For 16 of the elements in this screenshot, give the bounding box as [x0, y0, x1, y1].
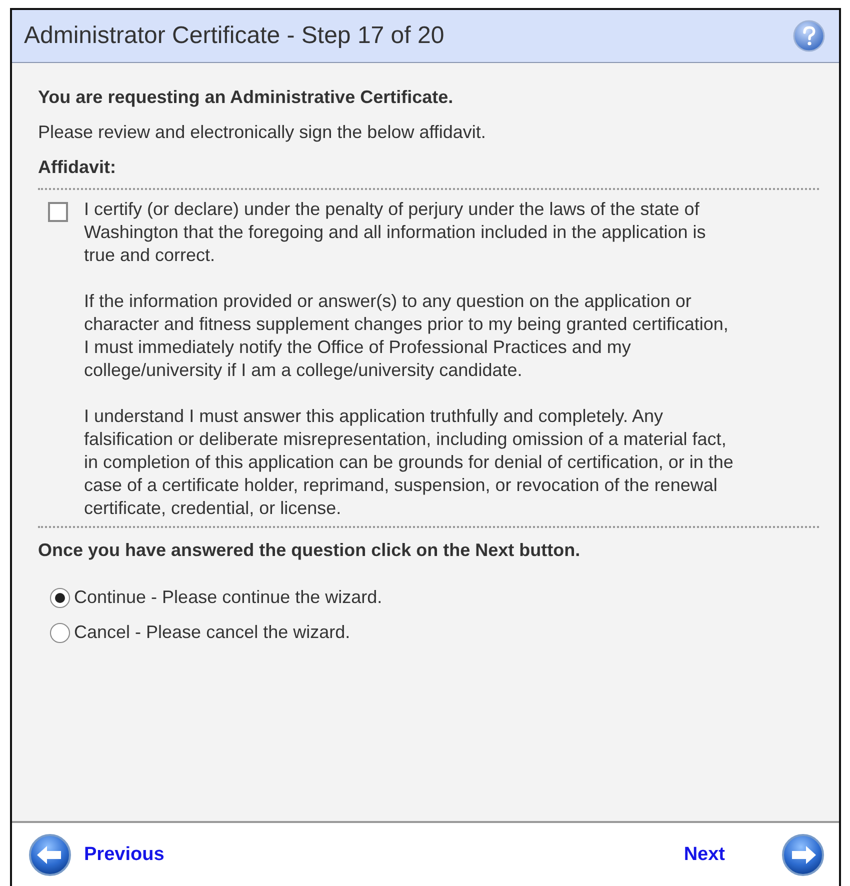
- question-text: Once you have answered the question click on the Next button.: [38, 540, 582, 561]
- affidavit-paragraph: If the information provided or answer(s) to any question on the application or character and fitness supplement changes prior to my being granted certification, I must immediately notify the Office of Professional Practices and my college/university if I am a college/university candidate.: [84, 290, 730, 382]
- help-icon[interactable]: [793, 20, 825, 52]
- radio-button[interactable]: [50, 588, 70, 608]
- next-link[interactable]: Next: [684, 844, 725, 866]
- option-label[interactable]: Continue - Please continue the wizard.: [74, 587, 382, 608]
- radio-button[interactable]: [50, 622, 70, 642]
- affidavit-label: Affidavit:: [38, 157, 117, 178]
- window-title: Administrator Certificate - Step 17 of 20: [24, 22, 444, 50]
- affidavit-paragraph: I certify (or declare) under the penalty of perjury under the laws of the state of Washington that the foregoing and all information included in the application is true and correct.: [84, 198, 707, 267]
- intro-heading: You are requesting an Administrative Certificate.: [38, 87, 454, 108]
- previous-link[interactable]: Previous: [84, 844, 164, 866]
- option-label[interactable]: Cancel - Please cancel the wizard.: [74, 622, 350, 643]
- affidavit-paragraph: I understand I must answer this application truthfully and completely. Any falsification or deliberate misrepresentation, including omission of a material fact, in completion of this application can be grounds for denial of certification, or in the case of a certificate holder, reprimand, suspension, or revocation of the renewal certificate, credential, or license.: [84, 405, 734, 520]
- instruction-text: Please review and electronically sign the below affidavit.: [38, 122, 487, 143]
- affidavit-checkbox[interactable]: [48, 202, 68, 222]
